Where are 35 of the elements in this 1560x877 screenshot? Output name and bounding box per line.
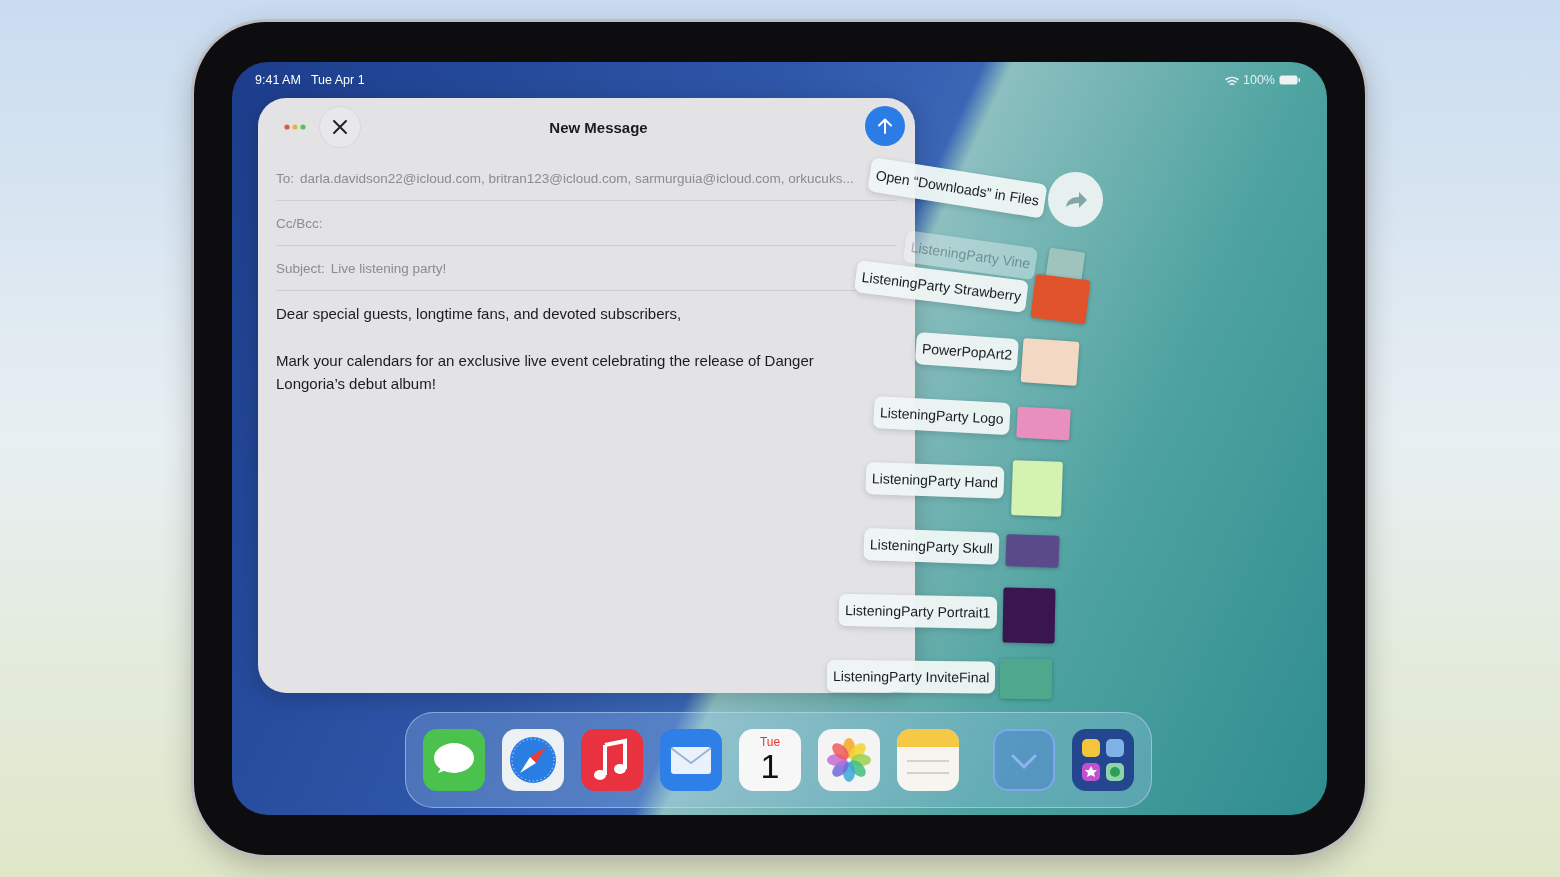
- file-name-label: ListeningParty Portrait1: [838, 594, 997, 629]
- window-controls-icon[interactable]: [284, 123, 306, 131]
- send-button[interactable]: [865, 106, 905, 146]
- notepad-app-icon[interactable]: [897, 729, 959, 791]
- app-grid-icon[interactable]: [1072, 729, 1134, 791]
- calendar-day-label: Tue: [759, 735, 781, 749]
- file-name-label: ListeningParty Hand: [865, 462, 1005, 499]
- window-title: New Message: [548, 118, 649, 136]
- message-paragraph: Mark your calendars for an exclusive live event celebrating the release of Danger Longoria’s debut album!: [276, 351, 815, 394]
- status-date: Tue Apr 1: [310, 73, 365, 87]
- status-time: 9:41 AM: [255, 73, 301, 87]
- subject-label: Subject:: [276, 260, 325, 276]
- close-icon: [332, 119, 348, 135]
- battery-percentage: 100%: [1243, 73, 1275, 87]
- file-name-label: ListeningParty InviteFinal: [826, 660, 996, 694]
- to-field[interactable]: darla.davidson22@icloud.com, britran123@icloud.com, sarmurguia@icloud.com, orkucuks...: [300, 170, 854, 186]
- close-button[interactable]: [320, 107, 360, 147]
- compass-app-icon[interactable]: [502, 729, 564, 791]
- to-label: To:: [276, 170, 294, 186]
- calendar-app-icon[interactable]: Tue 1: [739, 729, 801, 791]
- file-name-label: ListeningParty Logo: [873, 396, 1011, 436]
- music-note-app-icon[interactable]: [581, 729, 643, 791]
- flower-app-icon[interactable]: [818, 729, 880, 791]
- calendar-date-label: 1: [760, 749, 780, 783]
- cc-bcc-label: Cc/Bcc:: [276, 215, 323, 231]
- speech-bubble-app-icon[interactable]: [423, 729, 485, 791]
- wifi-icon: [1225, 74, 1239, 86]
- message-paragraph: Dear special guests, longtime fans, and devoted subscribers,: [276, 304, 683, 324]
- file-name-label: ListeningParty Skull: [863, 528, 1000, 565]
- forward-button[interactable]: [1048, 172, 1103, 227]
- file-name-label: PowerPopArt2: [914, 332, 1020, 372]
- battery-icon: [1279, 75, 1301, 85]
- subject-field[interactable]: Live listening party!: [330, 260, 447, 276]
- envelope-app-icon[interactable]: [660, 729, 722, 791]
- arrow-up-icon: [876, 117, 894, 135]
